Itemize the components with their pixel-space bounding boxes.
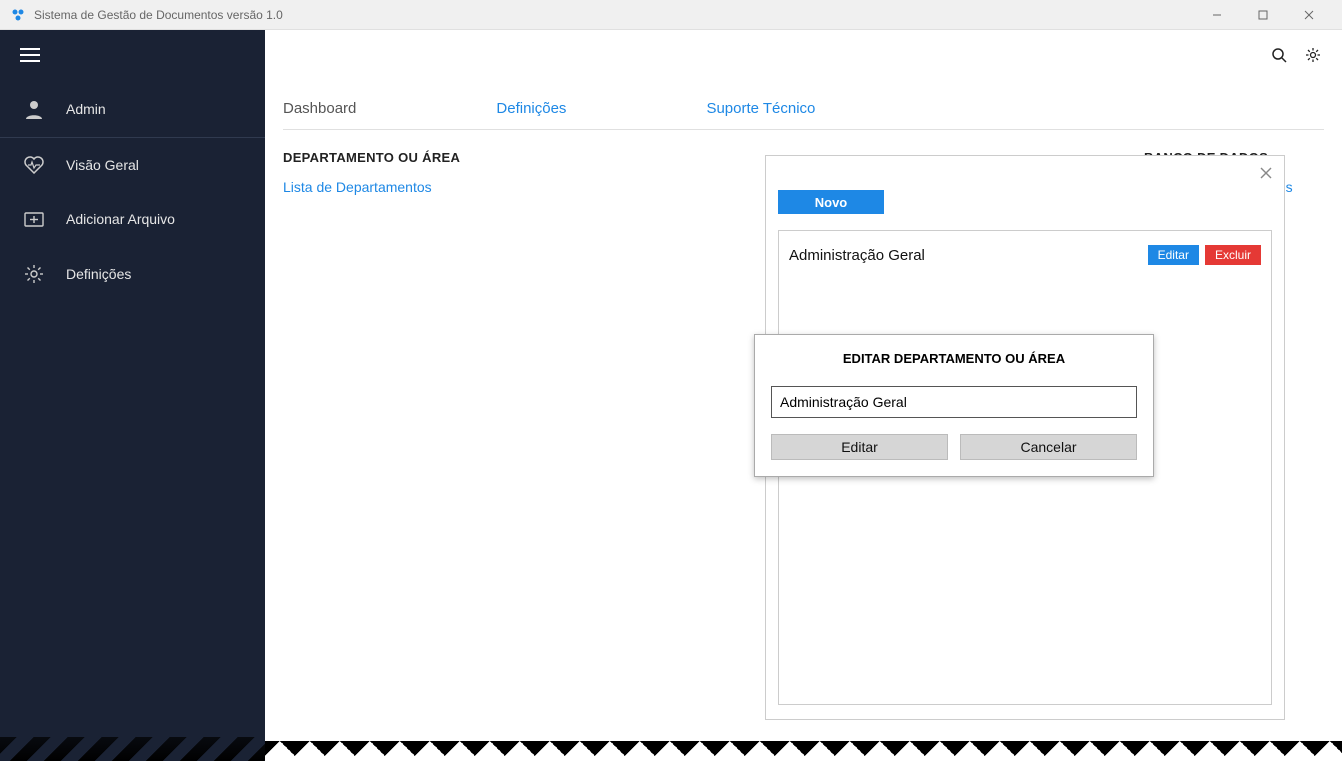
tab-dashboard[interactable]: Dashboard xyxy=(283,90,356,129)
sidebar-user[interactable]: Admin xyxy=(0,85,265,138)
search-icon[interactable] xyxy=(1270,46,1288,64)
dialog-edit-button[interactable]: Editar xyxy=(771,434,948,460)
window-controls xyxy=(1194,0,1332,30)
department-name: Administração Geral xyxy=(789,247,1142,264)
new-department-button[interactable]: Novo xyxy=(778,190,884,214)
titlebar: Sistema de Gestão de Documentos versão 1… xyxy=(0,0,1342,30)
sidebar-item-label: Definições xyxy=(66,266,131,282)
dialog-title: EDITAR DEPARTAMENTO OU ÁREA xyxy=(771,351,1137,366)
tab-suporte[interactable]: Suporte Técnico xyxy=(706,90,815,129)
sidebar-item-overview[interactable]: Visão Geral xyxy=(0,138,265,192)
gear-icon[interactable] xyxy=(1304,46,1322,64)
minimize-button[interactable] xyxy=(1194,0,1240,30)
decorative-zigzag xyxy=(265,741,1342,761)
user-icon xyxy=(22,99,46,119)
department-heading: DEPARTAMENTO OU ÁREA xyxy=(283,150,500,165)
sidebar: Admin Visão Geral Adicionar Arquivo Defi… xyxy=(0,30,265,761)
sidebar-item-settings[interactable]: Definições xyxy=(0,246,265,302)
sidebar-item-label: Adicionar Arquivo xyxy=(66,211,175,227)
user-label: Admin xyxy=(66,101,106,117)
gear-icon xyxy=(22,264,46,284)
edit-department-button[interactable]: Editar xyxy=(1148,245,1199,265)
main-area: Dashboard Definições Suporte Técnico DEP… xyxy=(265,30,1342,761)
department-section: DEPARTAMENTO OU ÁREA Lista de Departamen… xyxy=(283,150,500,197)
sidebar-item-add-file[interactable]: Adicionar Arquivo xyxy=(0,192,265,246)
sidebar-item-label: Visão Geral xyxy=(66,157,139,173)
tab-bar: Dashboard Definições Suporte Técnico xyxy=(283,90,1324,130)
decorative-stripes xyxy=(0,737,265,761)
heart-monitor-icon xyxy=(22,156,46,174)
department-list-link[interactable]: Lista de Departamentos xyxy=(283,179,432,195)
list-item: Administração Geral Editar Excluir xyxy=(779,241,1271,269)
close-button[interactable] xyxy=(1286,0,1332,30)
department-name-input[interactable] xyxy=(771,386,1137,418)
delete-department-button[interactable]: Excluir xyxy=(1205,245,1261,265)
hamburger-menu[interactable] xyxy=(0,30,265,85)
tab-definicoes[interactable]: Definições xyxy=(496,90,566,129)
add-file-icon xyxy=(22,210,46,228)
close-icon[interactable] xyxy=(1260,166,1272,183)
window-title: Sistema de Gestão de Documentos versão 1… xyxy=(34,8,1194,22)
dialog-cancel-button[interactable]: Cancelar xyxy=(960,434,1137,460)
app-icon xyxy=(10,7,26,23)
maximize-button[interactable] xyxy=(1240,0,1286,30)
edit-department-dialog: EDITAR DEPARTAMENTO OU ÁREA Editar Cance… xyxy=(754,334,1154,477)
